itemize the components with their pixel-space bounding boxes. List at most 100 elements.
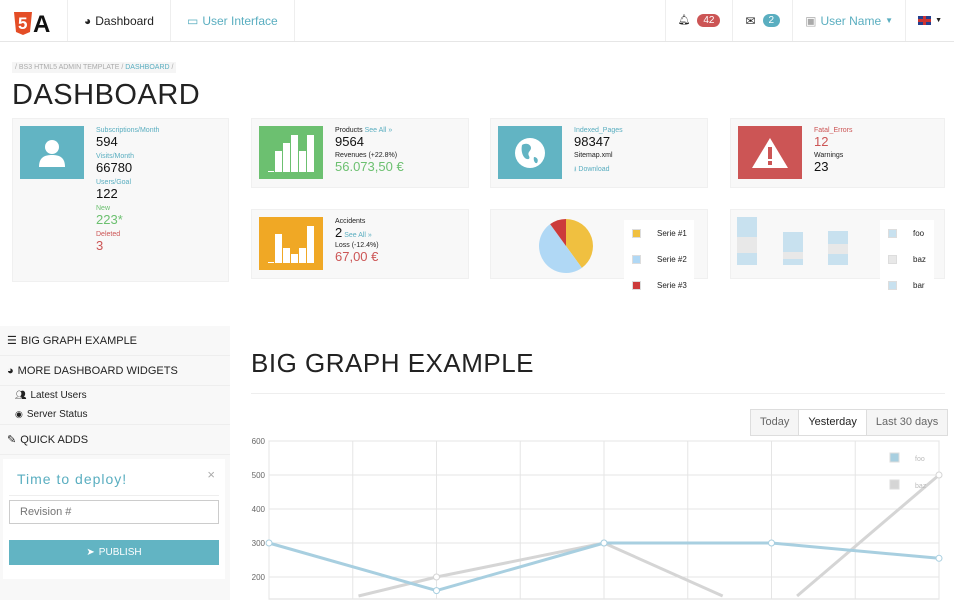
eye-icon: ◉ (15, 409, 23, 419)
legend-swatch (632, 280, 641, 290)
laptop-icon: ▭ (186, 13, 199, 28)
visits-value: 66780 (96, 159, 133, 175)
errors-stat-card: Fatal_Errors 12 Warnings 23 (730, 118, 945, 188)
legend-swatch (888, 280, 897, 290)
revision-input[interactable] (9, 500, 219, 524)
nav-dashboard-label: Dashboard (95, 13, 154, 28)
bar-legend-item: foo (880, 220, 934, 246)
legend-swatch (632, 254, 641, 264)
logo[interactable]: 5A (0, 0, 68, 41)
notifications-badge: 42 (697, 14, 721, 27)
data-point-baz[interactable] (935, 471, 943, 479)
users-goal-value: 122 (96, 185, 118, 201)
rocket-icon: ➤ (86, 547, 95, 558)
y-tick-label: 300 (252, 539, 266, 548)
notifications-button[interactable]: 🔔︎ 42 (664, 0, 734, 41)
bar-chart-icon (259, 126, 323, 179)
language-menu[interactable]: ▼ (906, 0, 954, 41)
bar-2 (783, 232, 803, 265)
accidents-see-all-link[interactable]: See All » (344, 232, 372, 239)
dashboard-icon: ◕ (7, 364, 14, 377)
accidents-stat-card: Accidents 2 See All » Loss (-12.4%) 67,0… (251, 209, 469, 279)
edit-icon: ✎ (7, 434, 17, 446)
data-point-foo[interactable] (935, 554, 943, 562)
quick-adds-label: QUICK ADDS (20, 433, 89, 446)
avatar: ▣ (805, 13, 817, 28)
data-point-foo[interactable] (768, 539, 775, 547)
list-icon: ☰ (7, 335, 17, 347)
publish-button[interactable]: ➤ PUBLISH (9, 540, 219, 565)
user-icon (20, 126, 84, 179)
nav-user-interface[interactable]: ▭ User Interface (171, 0, 295, 41)
users-icon: 👥︎ (15, 390, 27, 400)
y-tick-label: 200 (252, 573, 266, 582)
bar-3 (828, 231, 848, 265)
publish-label: PUBLISH (98, 547, 142, 558)
products-value: 9564 (335, 133, 364, 149)
loss-value: 67,00 € (335, 248, 379, 264)
legend-swatch (889, 479, 900, 490)
deploy-title: Time to deploy! (17, 471, 128, 487)
download-icon: ⭳ (574, 165, 577, 173)
page-title: DASHBOARD (12, 79, 201, 111)
revenues-value: 56.073,50 € (335, 158, 404, 174)
y-tick-label: 400 (252, 505, 266, 514)
data-point-foo[interactable] (600, 539, 608, 547)
stacked-bar-legend: foo baz bar (880, 220, 934, 302)
sidebar-item-more-widgets[interactable]: ◕ MORE DASHBOARD WIDGETS (0, 356, 230, 386)
messages-button[interactable]: ✉ 2 (733, 0, 794, 41)
pie-legend: Serie #1 Serie #2 Serie #3 (624, 220, 694, 300)
sidebar-item-server-status[interactable]: ◉ Server Status (0, 405, 230, 425)
legend-label: Serie #1 (657, 228, 687, 238)
legend-label: foo (913, 228, 925, 238)
breadcrumb-root[interactable]: / BS3 HTML5 ADMIN TEMPLATE / (15, 64, 123, 71)
download-label: Download (578, 165, 610, 173)
bar-1 (737, 217, 757, 265)
globe-icon (498, 126, 562, 179)
legend-swatch (888, 228, 897, 238)
download-link[interactable]: ⭳ Download (574, 166, 623, 174)
sidebar-item-latest-users[interactable]: 👥︎ Latest Users (0, 386, 230, 405)
breadcrumb-current[interactable]: DASHBOARD (125, 64, 169, 71)
bar-legend-item: baz (880, 246, 934, 272)
deploy-widget: Time to deploy! × ➤PUBLISH (3, 459, 225, 579)
deleted-value: 3 (96, 237, 104, 253)
data-point-baz[interactable] (433, 573, 440, 581)
fatal-errors-value: 12 (814, 133, 829, 149)
subscriptions-value: 594 (96, 133, 118, 149)
sidebar-item-big-graph[interactable]: ☰ BIG GRAPH EXAMPLE (0, 326, 230, 356)
data-point-foo[interactable] (433, 587, 440, 595)
users-stat-card: Subscriptions/Month 594 Visits/Month 66780… (12, 118, 229, 282)
legend-label: baz (915, 483, 927, 490)
envelope-icon: ✉ (745, 13, 756, 28)
series-line-baz (603, 541, 724, 598)
data-point-foo[interactable] (265, 539, 273, 547)
breadcrumb: / BS3 HTML5 ADMIN TEMPLATE / DASHBOARD / (12, 62, 177, 73)
latest-users-label: Latest Users (30, 390, 87, 401)
user-menu[interactable]: ▣ User Name ▼ (793, 0, 907, 41)
caret-down-icon: ▼ (935, 17, 942, 24)
products-see-all-link[interactable]: See All » (365, 127, 393, 134)
warning-icon (738, 126, 802, 179)
deleted-label: Deleted (96, 230, 121, 238)
close-button[interactable]: × (207, 467, 215, 482)
products-stat-card: Products See All » 9564 Revenues (+22.8%… (251, 118, 469, 188)
nav-dashboard[interactable]: ◕ Dashboard (68, 0, 171, 41)
big-line-chart: 600 500 400 300 200 foo baz (252, 437, 943, 600)
legend-label: Serie #3 (657, 280, 687, 290)
legend-swatch (888, 254, 897, 264)
indexed-pages-value: 98347 (574, 133, 611, 149)
y-tick-label: 600 (252, 437, 266, 446)
top-navbar: 5A ◕ Dashboard ▭ User Interface 🔔︎ 42 ✉ 2 ▣ U… (0, 0, 954, 42)
y-tick-label: 500 (252, 471, 266, 480)
nav-ui-label: User Interface (202, 13, 278, 28)
pie-legend-item: Serie #1 (624, 220, 694, 246)
pages-stat-card: Indexed_Pages 98347 Sitemap.xml ⭳ Downlo… (490, 118, 708, 188)
sidebar-big-graph-label: BIG GRAPH EXAMPLE (20, 334, 138, 347)
sidebar-item-quick-adds[interactable]: ✎ QUICK ADDS (0, 425, 230, 455)
sitemap-label: Sitemap.xml (574, 151, 613, 159)
legend-label: baz (913, 254, 926, 264)
html5-logo-icon: 5A (13, 11, 50, 36)
legend-label: foo (915, 456, 925, 463)
messages-badge: 2 (762, 14, 781, 27)
